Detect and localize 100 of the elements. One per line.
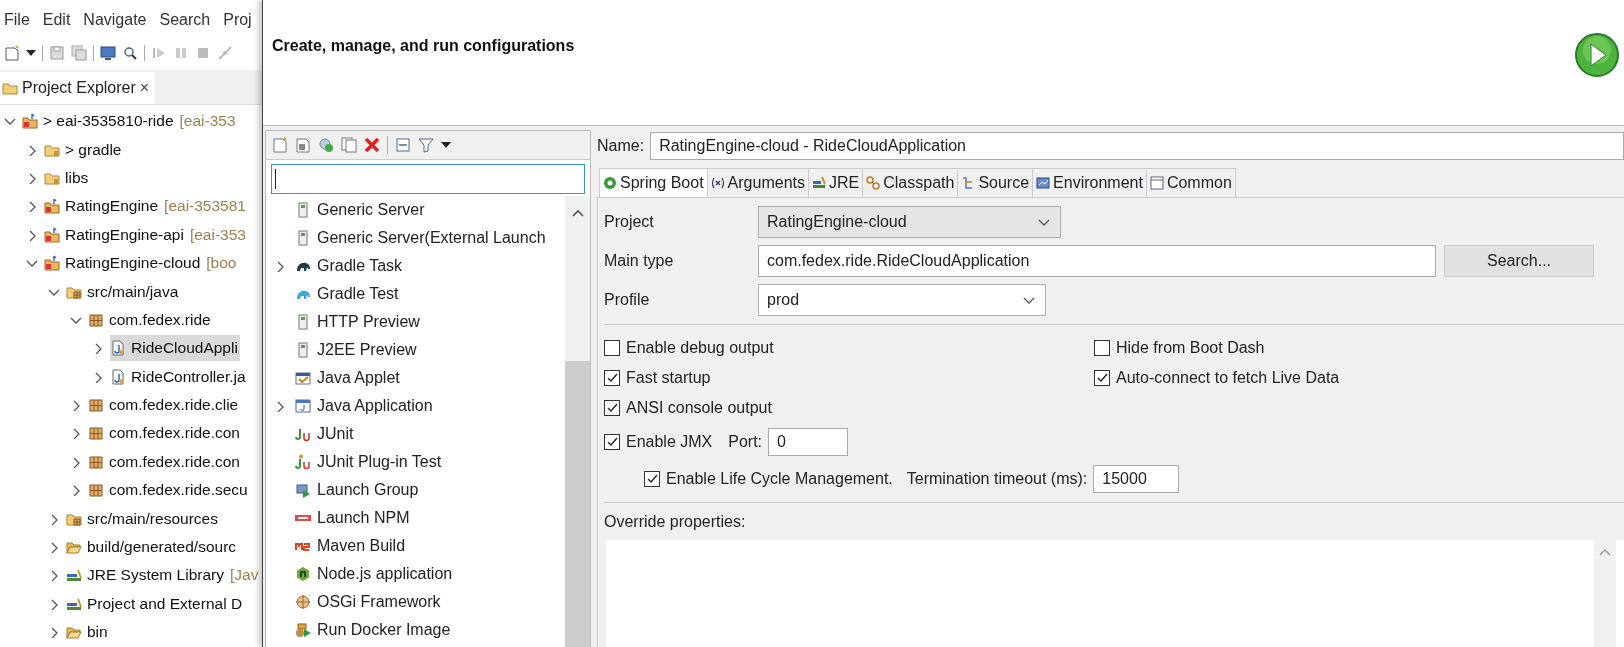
play-icon: [1574, 32, 1620, 78]
tree-item[interactable]: RatingEngine [eai-353581: [44, 193, 248, 220]
menu-item[interactable]: Search: [159, 11, 211, 29]
explorer-tab[interactable]: Project Explorer ×: [0, 72, 156, 104]
collapse-all-icon[interactable]: [395, 137, 411, 153]
field-label: Name:: [597, 137, 645, 155]
project-icon: [44, 255, 60, 272]
tree-item[interactable]: libs: [44, 164, 91, 191]
tree-item[interactable]: > gradle: [44, 136, 124, 163]
checkbox[interactable]: [604, 434, 620, 450]
package-icon: [88, 311, 104, 328]
filter-icon[interactable]: [418, 137, 434, 153]
server-icon: [295, 202, 311, 218]
target-icon: [295, 594, 311, 610]
dropdown[interactable]: RatingEngine-cloud: [758, 205, 1061, 238]
window-icon: [295, 398, 311, 414]
list-item[interactable]: Gradle Test: [295, 281, 402, 307]
list-item[interactable]: Launch NPM: [295, 505, 413, 531]
checkbox[interactable]: [644, 471, 660, 487]
tree-item[interactable]: com.fedex.ride.con: [88, 420, 242, 447]
list-item[interactable]: HTTP Preview: [295, 309, 423, 335]
caret-icon[interactable]: [26, 50, 36, 56]
menu-item[interactable]: Navigate: [83, 11, 147, 29]
tree-item[interactable]: RatingEngine-api [eai-353: [44, 221, 248, 248]
monitor-icon[interactable]: [100, 45, 116, 61]
list-item[interactable]: Run Docker Image: [295, 617, 454, 643]
server-icon: [295, 230, 311, 246]
filter-field[interactable]: [271, 164, 585, 194]
tree-item[interactable]: src/main/resources: [66, 505, 220, 532]
port-field[interactable]: 0: [768, 428, 849, 456]
tree-item[interactable]: RideController.ja: [110, 363, 248, 390]
tree-item[interactable]: > eai-3535810-ride [eai-353: [22, 108, 238, 135]
tree-item[interactable]: com.fedex.ride.con: [88, 448, 242, 475]
junit-icon: [295, 454, 311, 470]
list-item[interactable]: JUnit Plug-in Test: [295, 449, 445, 475]
folder-icon: [66, 539, 82, 556]
list-item[interactable]: JUnit: [295, 421, 357, 447]
environment-icon: [1036, 176, 1051, 190]
tree-item[interactable]: com.fedex.ride.secu: [88, 477, 250, 504]
new-file-icon[interactable]: [4, 45, 20, 61]
search-button[interactable]: Search...: [1444, 244, 1594, 277]
list-item[interactable]: Launch Group: [295, 477, 422, 503]
search-icon[interactable]: [122, 45, 138, 61]
field-label: Override properties:: [604, 513, 747, 531]
list-item[interactable]: Java Application: [295, 393, 436, 419]
close-icon[interactable]: ×: [139, 79, 150, 97]
tab[interactable]: Common: [1145, 168, 1236, 197]
list-item[interactable]: J2EE Preview: [295, 337, 420, 363]
checkbox[interactable]: [604, 370, 620, 386]
new-file-icon[interactable]: [272, 137, 288, 153]
check-icon: [606, 372, 618, 384]
tree-item[interactable]: Project and External D: [66, 590, 245, 617]
checkbox[interactable]: [1094, 370, 1110, 386]
folder-icon: [66, 624, 82, 641]
list-item[interactable]: Generic Server: [295, 197, 428, 223]
tree-item[interactable]: com.fedex.ride: [88, 306, 213, 333]
list-item[interactable]: Generic Server(External Launch: [295, 225, 549, 251]
server-icon: [295, 314, 311, 330]
tree-item[interactable]: RatingEngine-cloud [boo: [44, 250, 239, 277]
package-icon: [88, 397, 104, 414]
checkbox[interactable]: [604, 400, 620, 416]
docker-icon: [295, 622, 311, 638]
menu-item[interactable]: Proj: [223, 11, 252, 29]
scroll-up-icon[interactable]: [570, 208, 585, 218]
tree-item[interactable]: com.fedex.ride.clie: [88, 392, 241, 419]
check-icon: [606, 436, 618, 448]
tree-item[interactable]: src/main/java: [66, 278, 181, 305]
jre-icon: [812, 176, 826, 190]
timeout-field[interactable]: 15000: [1093, 465, 1180, 493]
applet-icon: [295, 370, 311, 386]
name-field[interactable]: RatingEngine-cloud - RideCloudApplication: [650, 132, 1624, 160]
list-item[interactable]: Gradle Task: [295, 253, 406, 279]
list-item[interactable]: OSGi Framework: [295, 589, 444, 615]
list-item[interactable]: Java Applet: [295, 365, 403, 391]
package-icon: [88, 425, 104, 442]
checkbox[interactable]: [604, 340, 620, 356]
field-label: Main type: [604, 251, 675, 270]
main-type-field[interactable]: com.fedex.ride.RideCloudApplication: [758, 244, 1436, 277]
tree-item[interactable]: JRE System Library [Jav: [66, 562, 261, 589]
menu-item[interactable]: File: [4, 11, 30, 29]
checkbox-label: Fast startup: [626, 369, 711, 387]
scrollbar[interactable]: [565, 196, 590, 647]
delete-icon[interactable]: [364, 137, 380, 153]
java-file-icon: [110, 368, 126, 385]
menu-item[interactable]: Edit: [42, 11, 71, 29]
tab[interactable]: Spring Boot: [599, 168, 708, 197]
launch-group-icon: [295, 482, 311, 498]
tree-item[interactable]: bin: [66, 619, 110, 646]
checkbox[interactable]: [1094, 340, 1110, 356]
check-icon: [646, 473, 658, 485]
dropdown[interactable]: prod: [758, 283, 1046, 316]
tree-item[interactable]: build/generated/sourc: [66, 534, 239, 561]
list-item[interactable]: Node.js application: [295, 561, 456, 587]
field-label: Termination timeout (ms):: [906, 470, 1088, 488]
tree-item[interactable]: RideCloudAppli: [110, 335, 240, 362]
project-icon: [44, 198, 60, 215]
list-item[interactable]: Maven Build: [295, 533, 409, 559]
common-icon: [1149, 176, 1164, 190]
duplicate-icon[interactable]: [341, 137, 357, 153]
caret-icon[interactable]: [441, 142, 451, 148]
